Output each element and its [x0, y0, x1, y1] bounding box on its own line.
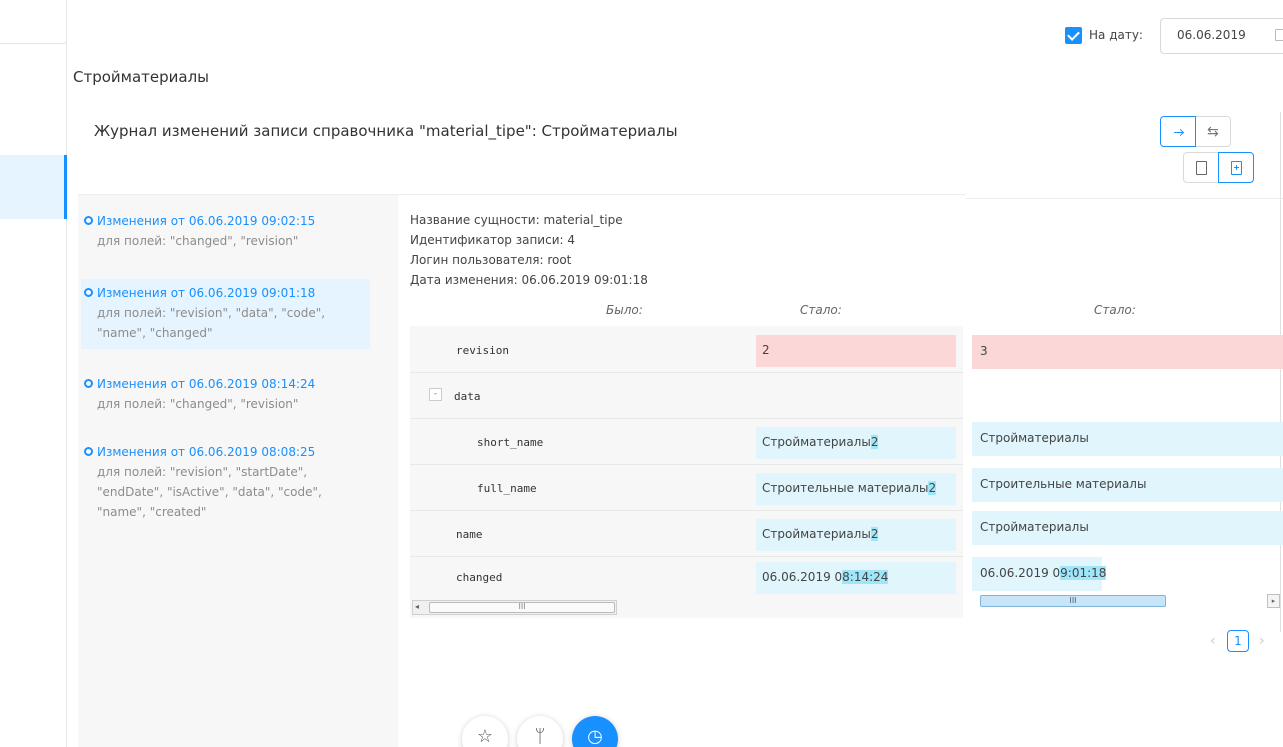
file-add-icon — [1231, 161, 1242, 175]
branch-button[interactable]: ᛘ — [517, 716, 563, 747]
file-add-button[interactable] — [1218, 152, 1254, 183]
left-rail-top-box — [0, 14, 67, 44]
old-value-text: Строительные материалы — [762, 481, 929, 495]
table-row: changed 06.06.2019 08:14:24 — [410, 555, 963, 600]
table-row: - data — [410, 374, 963, 419]
column-header-was: Было: — [606, 303, 643, 317]
old-value-text: 06.06.2019 0 — [762, 570, 843, 584]
diff-highlight: 2 — [870, 435, 879, 449]
history-item-title: Изменения от 06.06.2019 08:14:24 — [97, 377, 316, 391]
change-date: Дата изменения: 06.06.2019 09:01:18 — [410, 273, 648, 287]
history-item[interactable]: Изменения от 06.06.2019 09:02:15 для пол… — [81, 207, 370, 257]
table-row: short_name Стройматериалы2 — [410, 420, 963, 465]
entity-info: Название сущности: material_tipe Идентиф… — [410, 210, 648, 290]
timeline-dot-icon — [84, 216, 93, 225]
divider — [966, 198, 1283, 199]
new-value: 3 — [972, 335, 1283, 369]
clock-icon: ◷ — [587, 726, 603, 747]
history-item-title: Изменения от 06.06.2019 08:08:25 — [97, 445, 316, 459]
star-icon: ☆ — [476, 726, 494, 747]
file-icon — [1196, 161, 1207, 175]
column-header-became: Стало: — [800, 303, 842, 317]
old-value: Строительные материалы2 — [756, 473, 956, 505]
horizontal-scrollbar[interactable]: III ▸ — [980, 594, 1280, 609]
branch-icon: ᛘ — [534, 726, 546, 747]
date-input[interactable]: 06.06.2019 — [1160, 18, 1283, 54]
became-column: 3 Стройматериалы Строительные материалы … — [966, 326, 1283, 616]
timeline-dot-icon — [84, 447, 93, 456]
arrow-right-icon — [1174, 132, 1183, 133]
history-item-title: Изменения от 06.06.2019 09:01:18 — [97, 286, 316, 300]
new-value: Стройматериалы — [972, 422, 1283, 456]
view-mode-toggle: ⇆ — [1160, 116, 1231, 147]
entity-name: Название сущности: material_tipe — [410, 213, 623, 227]
table-row: full_name Строительные материалы2 — [410, 466, 963, 511]
export-toggle — [1183, 152, 1254, 183]
old-value: 06.06.2019 08:14:24 — [756, 562, 956, 594]
swap-icon: ⇆ — [1207, 124, 1219, 140]
pagination-next-icon[interactable]: › — [1259, 633, 1265, 649]
history-button[interactable]: ◷ — [572, 716, 618, 747]
scroll-left-icon[interactable]: ◂ — [415, 602, 419, 611]
diff-highlight: 2 — [870, 527, 879, 541]
pagination-prev-icon[interactable]: ‹ — [1210, 633, 1216, 649]
history-item-fields: для полей: "revision", "data", "code", "… — [97, 306, 326, 340]
new-value: 06.06.2019 09:01:18 — [972, 557, 1107, 591]
collapse-button[interactable]: - — [429, 388, 442, 401]
old-value: Стройматериалы2 — [756, 427, 956, 459]
view-compare-button[interactable]: ⇆ — [1195, 116, 1231, 147]
field-name: revision — [456, 344, 509, 357]
left-rail-divider — [66, 0, 67, 747]
history-item[interactable]: Изменения от 06.06.2019 08:08:25 для пол… — [81, 438, 370, 528]
history-item-fields: для полей: "changed", "revision" — [97, 234, 299, 248]
pagination-page[interactable]: 1 — [1227, 630, 1249, 652]
field-name: name — [456, 528, 483, 541]
history-item-fields: для полей: "changed", "revision" — [97, 397, 299, 411]
field-name: changed — [456, 571, 503, 584]
date-value: 06.06.2019 — [1177, 28, 1246, 42]
new-value: Стройматериалы — [972, 511, 1283, 545]
page-title: Стройматериалы — [73, 68, 210, 86]
favorite-button[interactable]: ☆ — [462, 716, 508, 747]
history-item-title: Изменения от 06.06.2019 09:02:15 — [97, 214, 316, 228]
old-value-text: Стройматериалы — [762, 435, 871, 449]
journal-title: Журнал изменений записи справочника "mat… — [94, 122, 678, 140]
diff-table: revision 2 - data short_name Стройматери… — [410, 326, 963, 618]
old-value: 2 — [756, 335, 956, 367]
column-header-became-right: Стало: — [1094, 303, 1136, 317]
date-filter-checkbox[interactable] — [1065, 27, 1082, 44]
field-name: data — [454, 390, 481, 403]
view-oneway-button[interactable] — [1160, 116, 1196, 147]
timeline-dot-icon — [84, 288, 93, 297]
timeline-dot-icon — [84, 379, 93, 388]
diff-highlight: 9:01:18 — [1060, 566, 1107, 580]
table-row: revision 2 — [410, 328, 963, 373]
diff-highlight: 8:14:24 — [842, 570, 889, 584]
user-login: Логин пользователя: root — [410, 253, 572, 267]
scroll-thumb[interactable]: III — [980, 595, 1166, 607]
file-button[interactable] — [1183, 152, 1219, 183]
old-value: Стройматериалы2 — [756, 519, 956, 551]
calendar-icon — [1275, 29, 1283, 41]
field-name: short_name — [477, 436, 544, 449]
history-item-selected[interactable]: Изменения от 06.06.2019 09:01:18 для пол… — [81, 279, 370, 349]
old-value-text: Стройматериалы — [762, 527, 871, 541]
change-history-list: Изменения от 06.06.2019 09:02:15 для пол… — [78, 195, 398, 747]
scroll-thumb[interactable]: III — [429, 602, 615, 613]
field-name: full_name — [477, 482, 537, 495]
history-item-fields: для полей: "revision", "startDate", "end… — [97, 465, 322, 519]
diff-highlight: 2 — [928, 481, 937, 495]
old-value-text: 2 — [762, 343, 770, 357]
table-row: name Стройматериалы2 — [410, 512, 963, 557]
new-value-text: 06.06.2019 0 — [980, 566, 1061, 580]
left-rail-active-item[interactable] — [0, 155, 67, 219]
scroll-right-icon[interactable]: ▸ — [1267, 594, 1280, 608]
history-item[interactable]: Изменения от 06.06.2019 08:14:24 для пол… — [81, 370, 370, 420]
record-id: Идентификатор записи: 4 — [410, 233, 575, 247]
horizontal-scrollbar[interactable]: ◂ III — [412, 600, 617, 615]
new-value: Строительные материалы — [972, 468, 1283, 502]
date-filter-label: На дату: — [1089, 28, 1143, 42]
